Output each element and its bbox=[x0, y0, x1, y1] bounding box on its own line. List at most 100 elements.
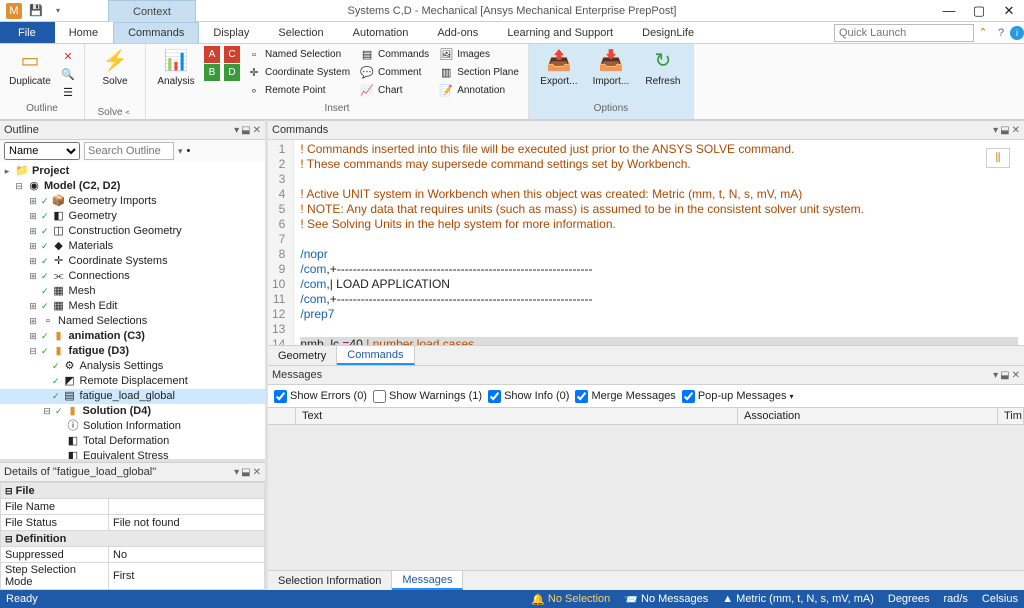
quick-access-toolbar: M 💾 ▾ bbox=[0, 3, 66, 19]
construction-geometry-icon: ◫ bbox=[52, 224, 66, 239]
code-gutter: 123456789101112131415161718192021222324 bbox=[268, 140, 294, 345]
delete-button[interactable]: ✕ bbox=[58, 48, 78, 65]
details-close-icon[interactable]: ✕ bbox=[253, 467, 261, 478]
tree-button[interactable]: ☰ bbox=[58, 84, 78, 101]
messages-pin-icon[interactable]: ⬓ bbox=[1000, 370, 1009, 381]
insert-c-button[interactable]: C bbox=[224, 46, 240, 63]
save-icon[interactable]: 💾 bbox=[28, 3, 44, 19]
status-degrees[interactable]: Degrees bbox=[888, 593, 930, 605]
file-name-value[interactable] bbox=[109, 499, 265, 515]
messages-header: Messages ▾ ⬓ ✕ bbox=[268, 365, 1024, 385]
commands-pin-icon[interactable]: ⬓ bbox=[1000, 125, 1009, 136]
ribbon: ▭ Duplicate ✕ 🔍 ☰ Outline ⚡ Solve Solve﹤… bbox=[0, 44, 1024, 120]
tab-commands[interactable]: Commands bbox=[113, 22, 199, 43]
insert-a-button[interactable]: A bbox=[204, 46, 220, 63]
view-tabs: Geometry Commands bbox=[268, 345, 1024, 365]
suppressed-value[interactable]: No bbox=[109, 547, 265, 563]
annotation-button[interactable]: 📝Annotation bbox=[436, 82, 522, 99]
window-title: Systems C,D - Mechanical [Ansys Mechanic… bbox=[348, 5, 677, 17]
ql-dropdown-icon[interactable]: ⌃ bbox=[974, 24, 992, 42]
details-pin-icon[interactable]: ⬓ bbox=[241, 467, 250, 478]
duplicate-button[interactable]: ▭ Duplicate bbox=[6, 46, 54, 87]
file-status-value: File not found bbox=[109, 515, 265, 531]
refresh-button[interactable]: ↻ Refresh bbox=[639, 46, 687, 87]
show-errors-checkbox[interactable]: Show Errors (0) bbox=[274, 390, 367, 403]
show-warnings-checkbox[interactable]: Show Warnings (1) bbox=[373, 390, 482, 403]
status-ready: Ready bbox=[6, 593, 38, 605]
outline-search-input[interactable] bbox=[84, 142, 174, 160]
analysis-button[interactable]: 📊 Analysis bbox=[152, 46, 200, 87]
status-rads[interactable]: rad/s bbox=[943, 593, 967, 605]
tab-display[interactable]: Display bbox=[199, 22, 264, 43]
outline-dropdown-icon[interactable]: ▾ bbox=[234, 125, 239, 136]
commands-close-icon[interactable]: ✕ bbox=[1012, 125, 1020, 136]
col-text[interactable]: Text bbox=[296, 408, 738, 424]
solve-button[interactable]: ⚡ Solve bbox=[91, 46, 139, 87]
coord-sys-button[interactable]: ✛Coordinate System bbox=[244, 64, 353, 81]
code-options-icon[interactable]: ⫼ bbox=[986, 148, 1010, 168]
materials-icon: ◆ bbox=[52, 239, 66, 254]
duplicate-icon: ▭ bbox=[21, 46, 40, 74]
col-association[interactable]: Association bbox=[738, 408, 998, 424]
named-selection-button[interactable]: ▫Named Selection bbox=[244, 46, 353, 63]
find-button[interactable]: 🔍 bbox=[58, 66, 78, 83]
tab-addons[interactable]: Add-ons bbox=[423, 22, 493, 43]
equivalent-stress-icon: ◧ bbox=[66, 449, 80, 459]
project-icon: 📁 bbox=[15, 164, 29, 179]
tab-designlife[interactable]: DesignLife bbox=[628, 22, 709, 43]
coord-sys-icon: ✛ bbox=[247, 66, 261, 80]
status-selection[interactable]: 🔔 No Selection bbox=[531, 593, 610, 606]
insert-b-button[interactable]: B bbox=[204, 64, 220, 81]
bottom-tab-selection-info[interactable]: Selection Information bbox=[268, 571, 392, 590]
remote-point-button[interactable]: ∘Remote Point bbox=[244, 82, 353, 99]
chart-icon: 📈 bbox=[360, 84, 374, 98]
fatigue-icon: ▮ bbox=[52, 344, 66, 359]
tab-home[interactable]: Home bbox=[55, 22, 113, 43]
tab-learning[interactable]: Learning and Support bbox=[493, 22, 628, 43]
code-editor[interactable]: 123456789101112131415161718192021222324 … bbox=[268, 140, 1024, 345]
popup-messages-checkbox[interactable]: Pop-up Messages ▾ bbox=[682, 390, 794, 403]
info-icon[interactable]: i bbox=[1010, 26, 1024, 40]
bottom-tab-messages[interactable]: Messages bbox=[392, 571, 463, 590]
comment-button[interactable]: 💬Comment bbox=[357, 64, 432, 81]
tab-automation[interactable]: Automation bbox=[339, 22, 424, 43]
help-icon[interactable]: ? bbox=[992, 24, 1010, 42]
named-selections-icon: ▫ bbox=[41, 314, 55, 329]
status-temp[interactable]: Celsius bbox=[982, 593, 1018, 605]
outline-filter-select[interactable]: Name bbox=[4, 142, 80, 160]
commands-button[interactable]: ▤Commands bbox=[357, 46, 432, 63]
commands-dropdown-icon[interactable]: ▾ bbox=[993, 125, 998, 136]
export-button[interactable]: 📤 Export... bbox=[535, 46, 583, 87]
maximize-button[interactable]: ▢ bbox=[964, 0, 994, 22]
show-info-checkbox[interactable]: Show Info (0) bbox=[488, 390, 569, 403]
chart-button[interactable]: 📈Chart bbox=[357, 82, 432, 99]
outline-search-dropdown-icon[interactable]: ▾ bbox=[178, 146, 183, 157]
outline-pin-icon[interactable]: ⬓ bbox=[241, 125, 250, 136]
total-deformation-icon: ◧ bbox=[66, 434, 80, 449]
outline-close-icon[interactable]: ✕ bbox=[253, 125, 261, 136]
tab-file[interactable]: File bbox=[0, 22, 55, 43]
quick-launch-input[interactable] bbox=[834, 24, 974, 42]
group-options: Options bbox=[535, 103, 687, 117]
view-tab-commands[interactable]: Commands bbox=[337, 346, 414, 365]
outline-tree[interactable]: ▸📁Project ⊟◉Model (C2, D2) ⊞✓📦Geometry I… bbox=[0, 162, 265, 459]
view-tab-geometry[interactable]: Geometry bbox=[268, 346, 337, 365]
minimize-button[interactable]: — bbox=[934, 0, 964, 22]
merge-messages-checkbox[interactable]: Merge Messages bbox=[575, 390, 675, 403]
import-button[interactable]: 📥 Import... bbox=[587, 46, 635, 87]
messages-dropdown-icon[interactable]: ▾ bbox=[993, 370, 998, 381]
images-icon: 🖼 bbox=[439, 48, 453, 62]
details-dropdown-icon[interactable]: ▾ bbox=[234, 467, 239, 478]
close-button[interactable]: ✕ bbox=[994, 0, 1024, 22]
qat-dropdown-icon[interactable]: ▾ bbox=[50, 3, 66, 19]
images-button[interactable]: 🖼Images bbox=[436, 46, 522, 63]
messages-close-icon[interactable]: ✕ bbox=[1012, 370, 1020, 381]
col-timestamp[interactable]: Tim bbox=[998, 408, 1024, 424]
insert-d-button[interactable]: D bbox=[224, 64, 240, 81]
step-mode-value[interactable]: First bbox=[109, 563, 265, 590]
tab-selection[interactable]: Selection bbox=[264, 22, 338, 43]
status-units[interactable]: ▲ Metric (mm, t, N, s, mV, mA) bbox=[722, 593, 874, 605]
section-plane-button[interactable]: ▥Section Plane bbox=[436, 64, 522, 81]
group-solve: Solve﹤ bbox=[91, 103, 139, 117]
status-messages[interactable]: 📨No Messages bbox=[624, 593, 708, 606]
